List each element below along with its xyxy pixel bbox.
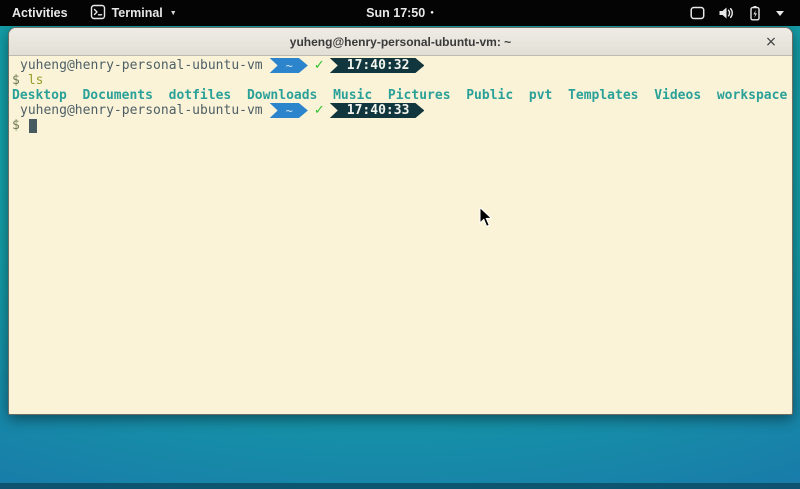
prompt-time-segment: 17:40:32 [330,58,425,73]
volume-icon [718,6,734,20]
input-line[interactable]: $ [12,118,792,133]
terminal-window: yuheng@henry-personal-ubuntu-vm: ~ × yuh… [8,27,793,415]
prompt-user-host: yuheng@henry-personal-ubuntu-vm [20,103,263,118]
directory-item: Desktop [12,88,67,103]
prompt-path-segment: ~ [270,103,308,118]
directory-item: Downloads [247,88,317,103]
prompt-path-segment: ~ [270,58,308,73]
clock-label: Sun 17:50 [366,6,425,20]
prompt-user-host: yuheng@henry-personal-ubuntu-vm [20,58,263,73]
prompt-status-check-icon: ✓ [314,103,325,118]
directory-item: Documents [82,88,152,103]
directory-item: Pictures [388,88,451,103]
notification-dot-icon: ● [430,10,434,16]
directory-item: Templates [568,88,638,103]
clock-button[interactable]: Sun 17:50 ● [358,0,442,26]
terminal-cursor [29,119,37,133]
directory-item: Videos [654,88,701,103]
directory-item: workspace [717,88,787,103]
typed-command: ls [28,73,44,88]
prompt-line-1: yuheng@henry-personal-ubuntu-vm ~ ✓ 17:4… [12,58,792,73]
gnome-top-bar: Activities Terminal ▼ Sun 17:50 ● [0,0,800,26]
close-button[interactable]: × [760,28,782,55]
window-title: yuheng@henry-personal-ubuntu-vm: ~ [290,35,511,49]
prompt-symbol: $ [12,118,20,133]
activities-button[interactable]: Activities [0,0,80,26]
app-indicator-label: Terminal [112,6,163,20]
system-menu-chevron-icon [776,11,784,16]
mouse-cursor [479,207,493,233]
ls-output-line: Desktop Documents dotfiles Downloads Mus… [12,88,792,103]
system-status-area[interactable] [690,0,800,26]
directory-item: Music [333,88,372,103]
command-line: $ ls [12,73,792,88]
terminal-icon [90,4,106,23]
prompt-line-2: yuheng@henry-personal-ubuntu-vm ~ ✓ 17:4… [12,103,792,118]
prompt-time-segment: 17:40:33 [330,103,425,118]
app-menu-caret-icon: ▼ [170,10,177,17]
battery-charging-icon [747,5,763,21]
prompt-status-check-icon: ✓ [314,58,325,73]
screen-share-icon [690,6,705,20]
directory-item: Public [466,88,513,103]
directory-item: pvt [529,88,552,103]
directory-item: dotfiles [169,88,232,103]
window-titlebar[interactable]: yuheng@henry-personal-ubuntu-vm: ~ × [9,28,792,56]
terminal-content[interactable]: yuheng@henry-personal-ubuntu-vm ~ ✓ 17:4… [9,56,792,415]
prompt-symbol: $ [12,73,20,88]
app-indicator-terminal[interactable]: Terminal ▼ [80,0,187,26]
